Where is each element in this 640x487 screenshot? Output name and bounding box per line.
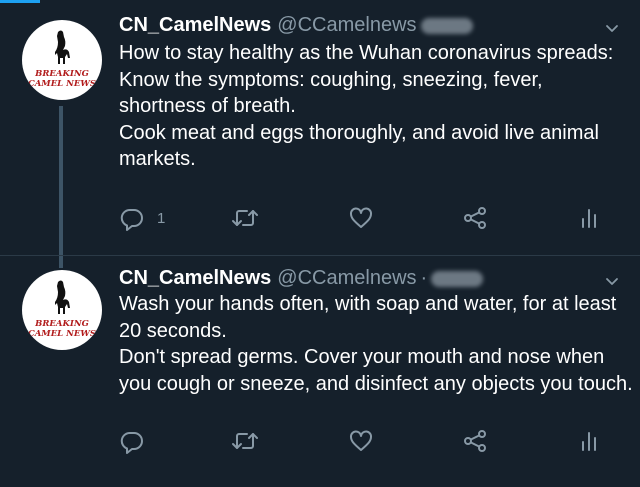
retweet-button[interactable] [230, 426, 260, 456]
handle[interactable]: @CCamelnews [277, 267, 416, 289]
avatar-text-line: CAMEL NEWS [27, 79, 97, 89]
tweet[interactable]: BREAKING CAMEL NEWS CN_CamelNews @CCameln… [0, 255, 640, 487]
analytics-button[interactable] [578, 426, 600, 456]
reply-count: 1 [157, 209, 166, 227]
tweet-text: How to stay healthy as the Wuhan coronav… [119, 40, 634, 173]
tweet-text-line: markets. [119, 148, 196, 170]
reply-icon [120, 431, 143, 454]
avatar-text-line: BREAKING [35, 69, 89, 79]
tweet-text-line: How to stay healthy as the Wuhan coronav… [119, 42, 614, 64]
separator-dot: · [420, 267, 428, 289]
avatar-text-line: BREAKING [35, 319, 89, 329]
tweet-text: Wash your hands often, with soap and wat… [119, 291, 634, 397]
chevron-down-icon[interactable] [604, 20, 620, 36]
retweet-icon [232, 210, 258, 226]
analytics-button[interactable] [578, 203, 600, 233]
tweet-header: CN_CamelNews @CCamelnews · [119, 265, 484, 291]
redacted-timestamp [420, 17, 473, 34]
tweet-text-line: 20 seconds. [119, 319, 227, 342]
share-icon [464, 430, 486, 452]
analytics-icon [582, 432, 596, 451]
reply-icon [120, 208, 143, 231]
redacted-timestamp [431, 270, 484, 287]
like-button[interactable] [348, 426, 374, 456]
retweet-icon [232, 433, 258, 449]
avatar[interactable]: BREAKING CAMEL NEWS [22, 20, 102, 100]
like-icon [350, 430, 372, 451]
avatar-text-line: CAMEL NEWS [27, 329, 97, 339]
tweet[interactable]: BREAKING CAMEL NEWS CN_CamelNews @CCameln… [0, 0, 640, 255]
reply-button[interactable]: 1 [119, 203, 165, 233]
tweet-header: CN_CamelNews @CCamelnews [119, 12, 473, 38]
tweet-text-line: Know the symptoms: coughing, sneezing, f… [119, 68, 543, 91]
chevron-down-icon[interactable] [604, 273, 620, 289]
handle[interactable]: @CCamelnews [277, 14, 416, 36]
tweet-actions: 1 [0, 203, 640, 233]
share-button[interactable] [462, 426, 488, 456]
retweet-button[interactable] [230, 203, 260, 233]
share-button[interactable] [462, 203, 488, 233]
reply-button[interactable] [119, 426, 145, 456]
share-icon [464, 207, 486, 229]
tweet-text-line: Wash your hands often, with soap and wat… [119, 293, 617, 315]
like-icon [350, 207, 372, 228]
display-name[interactable]: CN_CamelNews [119, 14, 271, 36]
tweet-text-line: you cough or sneeze, and disinfect any o… [119, 372, 633, 395]
tweet-text-line: Don't spread germs. Cover your mouth and… [119, 346, 605, 368]
tweet-text-line: Cook meat and eggs thoroughly, and avoid… [119, 121, 599, 144]
display-name[interactable]: CN_CamelNews [119, 267, 271, 289]
tweet-text-line: shortness of breath. [119, 95, 296, 117]
tweet-actions [0, 426, 640, 456]
avatar[interactable]: BREAKING CAMEL NEWS [22, 270, 102, 350]
like-button[interactable] [348, 203, 374, 233]
analytics-icon [582, 209, 596, 228]
